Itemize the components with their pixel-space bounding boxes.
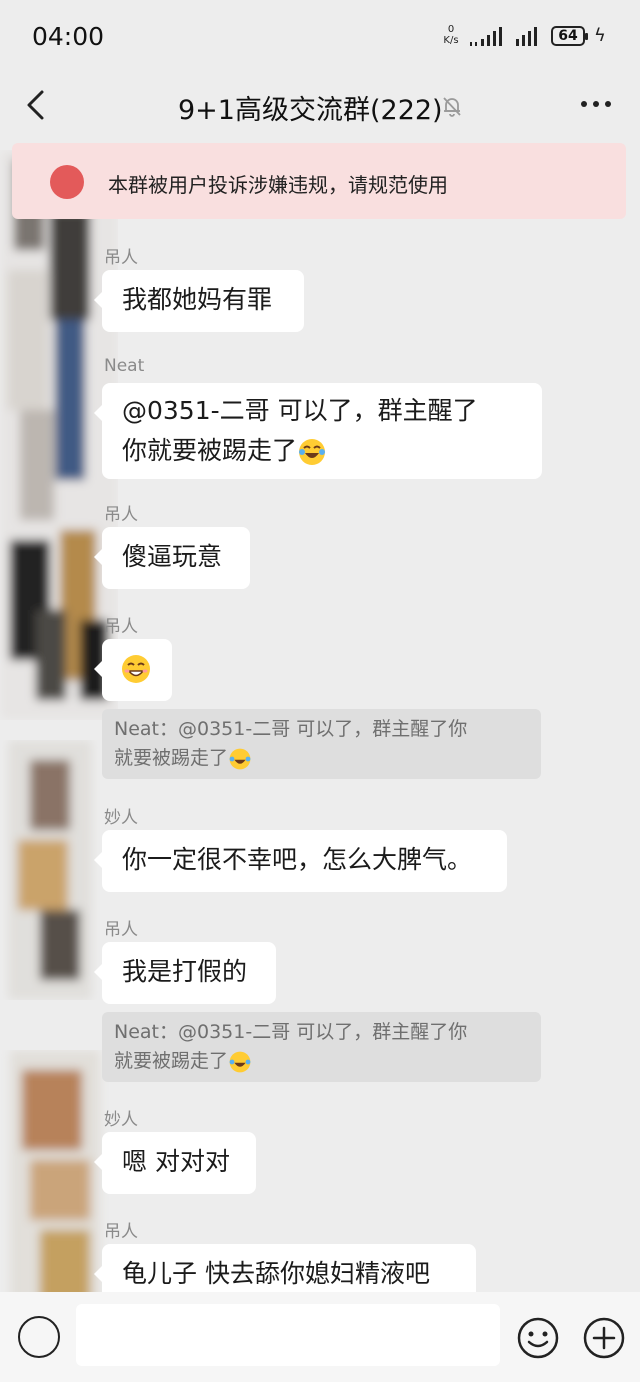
sender-name: Neat bbox=[104, 356, 145, 376]
chat-header: 9+1高级交流群(222) bbox=[0, 72, 640, 138]
message-bubble[interactable]: 傻逼玩意 bbox=[94, 527, 250, 589]
sender-name: 吊人 bbox=[104, 505, 138, 525]
back-arrow-icon bbox=[27, 90, 44, 120]
message-bubble[interactable] bbox=[94, 639, 172, 701]
group-title: 9+1高级交流群(222) bbox=[178, 95, 443, 126]
plus-icon[interactable] bbox=[582, 1316, 626, 1360]
laughing-tears-emoji bbox=[299, 439, 326, 465]
sender-name: 吊人 bbox=[104, 248, 138, 268]
message-bubble[interactable]: 我都她妈有罪 bbox=[94, 270, 304, 332]
sender-name: 妙人 bbox=[104, 1110, 138, 1130]
status-time: 04:00 bbox=[32, 22, 105, 51]
message-input[interactable] bbox=[76, 1304, 500, 1366]
warning-icon bbox=[50, 165, 84, 199]
laughing-tears-emoji bbox=[229, 748, 251, 769]
voice-icon[interactable] bbox=[18, 1316, 60, 1358]
signal-icon-2 bbox=[516, 26, 544, 46]
message-bubble[interactable]: 你一定很不幸吧，怎么大脾气。 bbox=[94, 830, 507, 892]
avatar[interactable] bbox=[0, 740, 100, 1000]
sender-name: 吊人 bbox=[104, 617, 138, 637]
group-warning-banner[interactable]: 本群被用户投诉涉嫌违规，请规范使用 bbox=[12, 143, 626, 219]
battery-icon: 64 bbox=[551, 26, 588, 46]
message-bubble[interactable]: 嗯 对对对 bbox=[94, 1132, 256, 1194]
charging-icon: ϟ bbox=[594, 25, 606, 46]
sender-name: 妙人 bbox=[104, 808, 138, 828]
quoted-message[interactable]: Neat：@0351-二哥 可以了，群主醒了你 就要被踢走了 bbox=[102, 709, 541, 779]
status-bar: 04:00 0 K/s 64 ϟ bbox=[0, 0, 640, 72]
more-dots-icon[interactable] bbox=[576, 88, 616, 118]
warning-text: 本群被用户投诉涉嫌违规，请规范使用 bbox=[108, 173, 448, 197]
avatar[interactable] bbox=[0, 150, 118, 720]
mute-bell-icon bbox=[443, 97, 461, 117]
message-bubble[interactable]: 我是打假的 bbox=[94, 942, 276, 1004]
message-bubble[interactable]: @0351-二哥 可以了，群主醒了 你就要被踢走了 bbox=[94, 383, 542, 479]
quoted-message[interactable]: Neat：@0351-二哥 可以了，群主醒了你 就要被踢走了 bbox=[102, 1012, 541, 1082]
grinning-sweat-emoji bbox=[122, 655, 150, 683]
emoji-icon[interactable] bbox=[516, 1316, 560, 1360]
back-button[interactable] bbox=[20, 86, 54, 124]
sender-name: 吊人 bbox=[104, 1222, 138, 1242]
sender-name: 吊人 bbox=[104, 920, 138, 940]
input-bar bbox=[0, 1292, 640, 1382]
network-speed: 0 K/s bbox=[443, 24, 459, 46]
signal-icon bbox=[470, 26, 506, 46]
laughing-tears-emoji bbox=[229, 1051, 251, 1072]
